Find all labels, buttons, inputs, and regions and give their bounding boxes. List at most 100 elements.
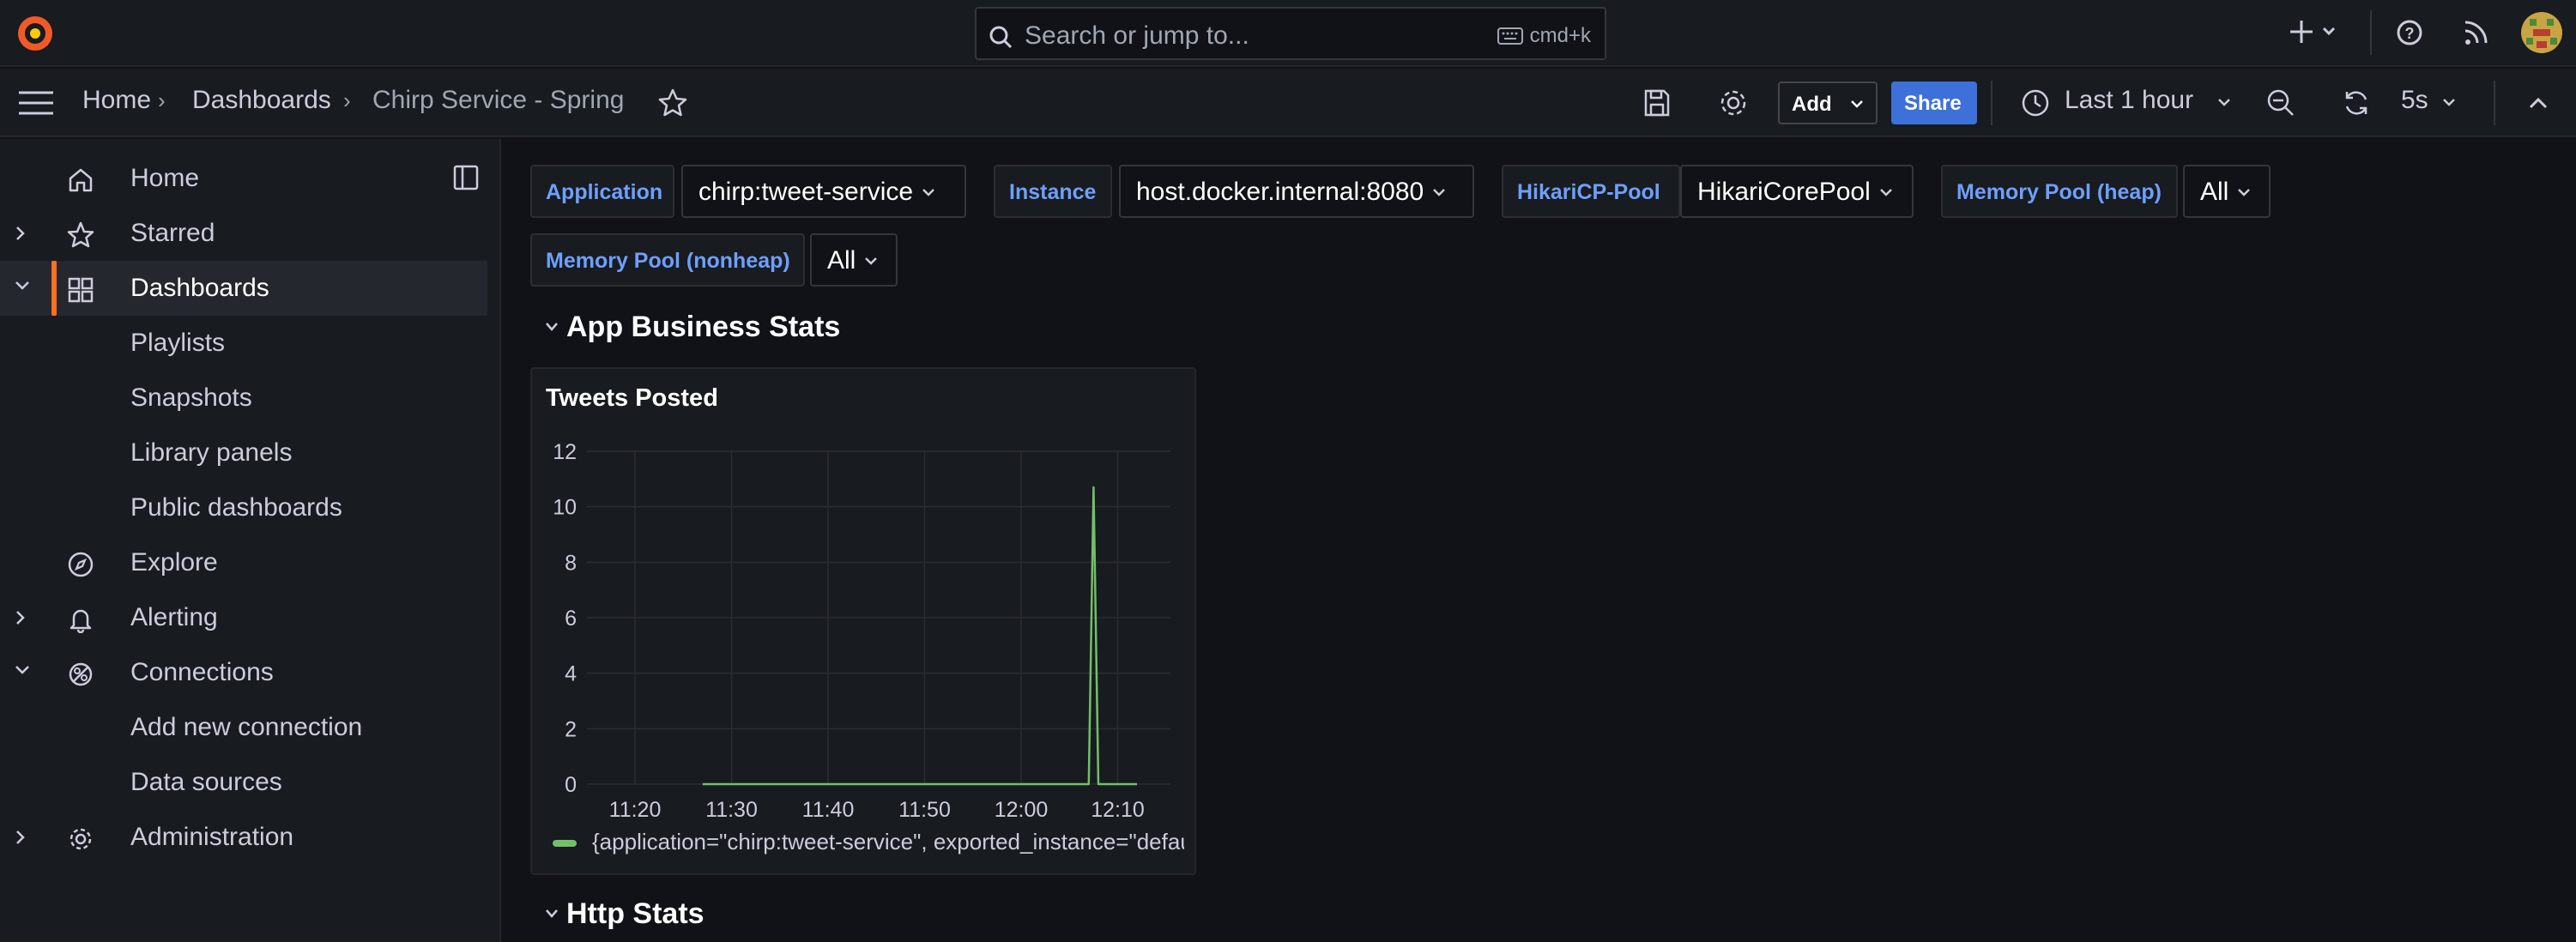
help-icon[interactable]: ? [2396,15,2427,50]
tweets-posted-chart: 0 2 4 6 8 10 12 11:20 11:30 11:40 11:50 12:00 12:10 [553,440,1170,822]
clock-icon [2020,88,2051,118]
add-button[interactable]: Add [1778,82,1878,124]
chevron-right-icon[interactable] [14,609,26,626]
breadcrumb-dashboards[interactable]: Dashboards [192,86,331,115]
share-button[interactable]: Share [1891,82,1977,124]
sidebar-item-add-new-connection[interactable]: Add new connection [0,700,487,755]
sidebar-item-starred[interactable]: Starred [0,206,487,261]
search-input[interactable]: Search or jump to... cmd+k [975,7,1606,60]
add-label: Add [1792,93,1832,116]
svg-text:?: ? [2405,25,2415,42]
row-title-business[interactable]: App Business Stats [566,311,840,344]
chevron-up-icon[interactable] [2528,96,2549,110]
sidebar-item-connections[interactable]: Connections [0,645,487,700]
sidebar-item-dashboards[interactable]: Dashboards [0,261,487,316]
chevron-right-icon: › [158,88,166,113]
sidebar-item-library-panels[interactable]: Library panels [0,426,487,480]
y-tick-label: 12 [553,440,577,464]
breadcrumb-current: Chirp Service - Spring [372,86,625,114]
chevron-down-icon[interactable] [544,908,559,920]
variable-select-memory-pool-nonheap[interactable]: All [810,233,898,287]
sidebar-item-label: Snapshots [130,383,252,412]
series-line [702,486,1137,786]
active-indicator [51,261,57,316]
new-menu-button[interactable] [2289,15,2341,50]
variable-value: chirp:tweet-service [698,178,914,206]
sidebar: Home Starred Dashboards Playlists Snapsh… [0,139,501,942]
settings-gear-icon[interactable] [1716,86,1751,120]
user-avatar[interactable] [2521,12,2562,53]
sidebar-item-label: Data sources [130,768,282,796]
y-tick-label: 0 [565,773,577,797]
breadcrumb-home[interactable]: Home [82,86,151,115]
sidebar-item-label: Alerting [130,603,218,631]
keyboard-icon [1497,27,1523,45]
sidebar-item-playlists[interactable]: Playlists [0,316,487,371]
dock-menu-icon[interactable] [453,165,479,190]
compass-icon [67,551,94,578]
sidebar-item-explore[interactable]: Explore [0,535,487,590]
variable-select-memory-pool-heap[interactable]: All [2183,165,2271,218]
chevron-down-icon [2238,189,2251,196]
sidebar-item-label: Public dashboards [130,493,342,522]
chevron-right-icon[interactable] [14,225,26,242]
variable-select-application[interactable]: chirp:tweet-service [681,165,966,218]
row-title-http[interactable]: Http Stats [566,897,704,931]
chevron-down-icon[interactable] [14,664,31,676]
chevron-down-icon[interactable] [2442,98,2456,108]
sidebar-item-label: Starred [130,219,215,247]
sidebar-item-snapshots[interactable]: Snapshots [0,371,487,426]
sidebar-item-label: Home [130,164,200,192]
chevron-down-icon[interactable] [544,321,559,333]
sidebar-item-data-sources[interactable]: Data sources [0,755,487,810]
top-bar: Search or jump to... cmd+k ? [0,0,2576,67]
sidebar-item-public-dashboards[interactable]: Public dashboards [0,480,487,535]
variable-select-instance[interactable]: host.docker.internal:8080 [1119,165,1474,218]
sidebar-item-label: Connections [130,658,274,686]
connections-icon [67,661,94,688]
legend-swatch [553,840,577,848]
sidebar-item-home[interactable]: Home [0,151,487,206]
chevron-down-icon [1879,189,1892,196]
y-tick-label: 6 [565,607,577,631]
variable-label-memory-pool-heap: Memory Pool (heap) [1941,165,2178,218]
gear-icon [67,825,94,853]
x-tick-label: 11:30 [705,798,758,822]
variable-label-memory-pool-nonheap: Memory Pool (nonheap) [530,233,805,287]
legend-label: {application="chirp:tweet-service", expo… [592,829,1184,854]
variable-value: host.docker.internal:8080 [1136,178,1424,206]
x-tick-label: 11:50 [898,798,951,822]
sidebar-item-label: Add new connection [130,713,363,741]
sidebar-item-alerting[interactable]: Alerting [0,590,487,645]
variable-label-hikaricp-pool: HikariCP-Pool [1502,165,1680,218]
panel-tweets-posted[interactable]: Tweets Posted 0 2 4 6 8 10 12 11:20 11:30 11:40 11… [530,367,1196,875]
variable-value: All [827,246,856,275]
variable-value: HikariCorePool [1697,178,1871,206]
rss-icon[interactable] [2461,15,2492,50]
time-range-picker[interactable]: Last 1 hour [2065,86,2193,115]
menu-icon[interactable] [19,89,53,117]
chevron-right-icon[interactable] [14,829,26,846]
save-icon[interactable] [1642,88,1672,118]
chart-legend[interactable]: {application="chirp:tweet-service", expo… [553,829,1184,855]
sidebar-item-administration[interactable]: Administration [0,810,487,865]
variable-label-application: Application [530,165,674,218]
variable-select-hikaricp-pool[interactable]: HikariCorePool [1680,165,1914,218]
chevron-down-icon[interactable] [2217,98,2231,108]
sidebar-item-label: Library panels [130,438,293,467]
x-tick-label: 12:10 [1091,798,1145,822]
grafana-logo-icon[interactable] [15,14,55,53]
sidebar-item-label: Explore [130,548,218,577]
refresh-icon[interactable] [2341,88,2372,118]
y-tick-label: 8 [565,551,577,575]
divider [2370,10,2372,55]
sidebar-item-label: Playlists [130,329,226,357]
star-icon[interactable] [657,88,688,118]
zoom-out-icon[interactable] [2265,88,2296,118]
share-label: Share [1904,92,1962,115]
refresh-interval-picker[interactable]: 5s [2401,86,2428,115]
x-tick-label: 11:40 [802,798,855,822]
x-tick-label: 12:00 [995,798,1049,822]
variable-label-instance: Instance [994,165,1112,218]
chevron-down-icon[interactable] [14,280,31,292]
